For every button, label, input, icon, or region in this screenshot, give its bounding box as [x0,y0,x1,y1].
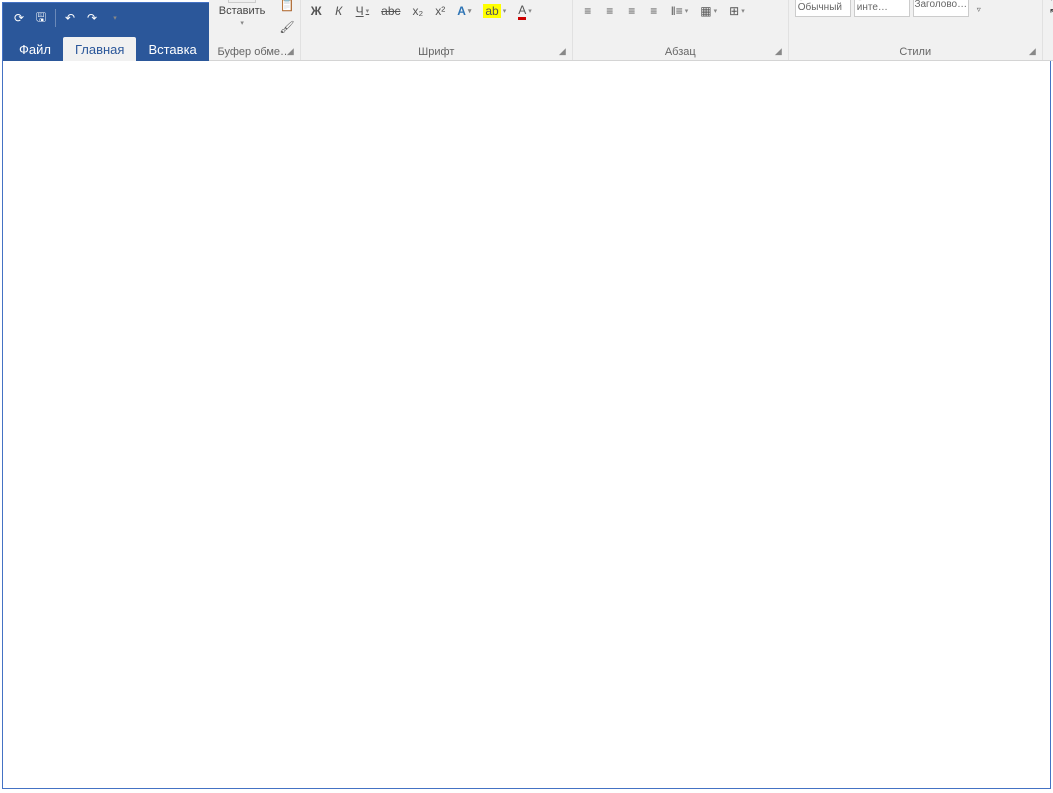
superscript-button[interactable]: x² [431,1,449,21]
redo-icon[interactable]: ↷ [84,10,100,26]
group-paragraph-caption: Абзац [665,46,696,58]
group-styles-caption: Стили [899,46,931,58]
tab-insert: Вставка [136,37,208,61]
tab-home[interactable]: Главная [63,37,136,61]
group-clipboard: Вставить ▾ ✂ 📋 🖌 Буфер обме…◢ [209,0,301,60]
undo-icon[interactable]: ↶ [62,10,78,26]
align-left-icon[interactable]: ≡ [579,1,597,21]
style-no-spacing[interactable]: АаБбВвГ¶ Без инте… [854,0,910,17]
copy-icon[interactable]: 📋 [275,0,298,15]
dialog-launcher-icon[interactable]: ◢ [559,46,566,57]
replace-icon: ⇄ [1049,0,1053,3]
styles-more-icon[interactable]: ▿ [972,2,986,16]
underline-button[interactable]: Ч [352,1,374,21]
cursor-icon: ↖ [1049,5,1053,19]
highlight-icon[interactable]: ab [479,1,510,21]
align-center-icon[interactable]: ≡ [601,1,619,21]
autosave-icon[interactable]: ⟳ [11,10,27,26]
select-button[interactable]: ↖Выделить ▾ [1049,5,1053,19]
strike-button[interactable]: abc [377,1,404,21]
group-editing: 🔍Найти ▾ ⇄Заменить ↖Выделить ▾ Редактиро… [1043,0,1053,60]
ribbon: Вставить ▾ ✂ 📋 🖌 Буфер обме…◢ Exo 2.0▾ 1… [209,0,1053,61]
align-right-icon[interactable]: ≡ [623,1,641,21]
ribbon-tabs: Файл Главная Вставка Вставить ▾ ✂ 📋 🖌 Бу… [3,33,1050,61]
group-font: Exo 2.0▾ 12▾ A▴ A▾ Aa A⁄ Ж К Ч abc x₂ x²… [301,0,573,60]
qat-customize-icon[interactable] [106,10,122,26]
format-painter-icon[interactable]: 🖌 [275,17,298,37]
group-font-caption: Шрифт [418,46,454,58]
group-clipboard-caption: Буфер обме… [218,46,292,58]
text-effects-icon[interactable]: A [453,1,475,21]
subscript-button[interactable]: x₂ [409,1,428,21]
clipboard-icon [228,0,256,3]
bold-button[interactable]: Ж [307,1,326,21]
save-icon[interactable]: 🖫 [33,10,49,26]
tab-file[interactable]: Файл [7,37,63,61]
paste-button[interactable]: Вставить ▾ [215,0,270,37]
dialog-launcher-icon[interactable]: ◢ [775,46,782,57]
quick-access-toolbar: ⟳ 🖫 ↶ ↷ [3,9,130,27]
line-spacing-icon[interactable]: ‖≡ [667,1,692,21]
style-heading1[interactable]: АаБбВЗаголово… [913,0,969,17]
font-color-icon[interactable]: A [514,1,536,21]
dialog-launcher-icon[interactable]: ◢ [287,46,294,57]
borders-icon[interactable]: ⊞ [725,1,749,21]
group-paragraph: ≡ ⅟ ☰ ⇤ ⇥ A↓ ¶ ≡ ≡ ≡ ≡ ‖≡ ▦ ⊞ Абзац◢ [573,0,789,60]
shading-icon[interactable]: ▦ [696,1,721,21]
group-styles: АаБбВвГ¶ Обычный АаБбВвГ¶ Без инте… АаБб… [789,0,1043,60]
style-normal[interactable]: АаБбВвГ¶ Обычный [795,0,851,17]
dialog-launcher-icon[interactable]: ◢ [1029,46,1036,57]
replace-button[interactable]: ⇄Заменить [1049,0,1053,3]
italic-button[interactable]: К [330,1,348,21]
justify-icon[interactable]: ≡ [645,1,663,21]
